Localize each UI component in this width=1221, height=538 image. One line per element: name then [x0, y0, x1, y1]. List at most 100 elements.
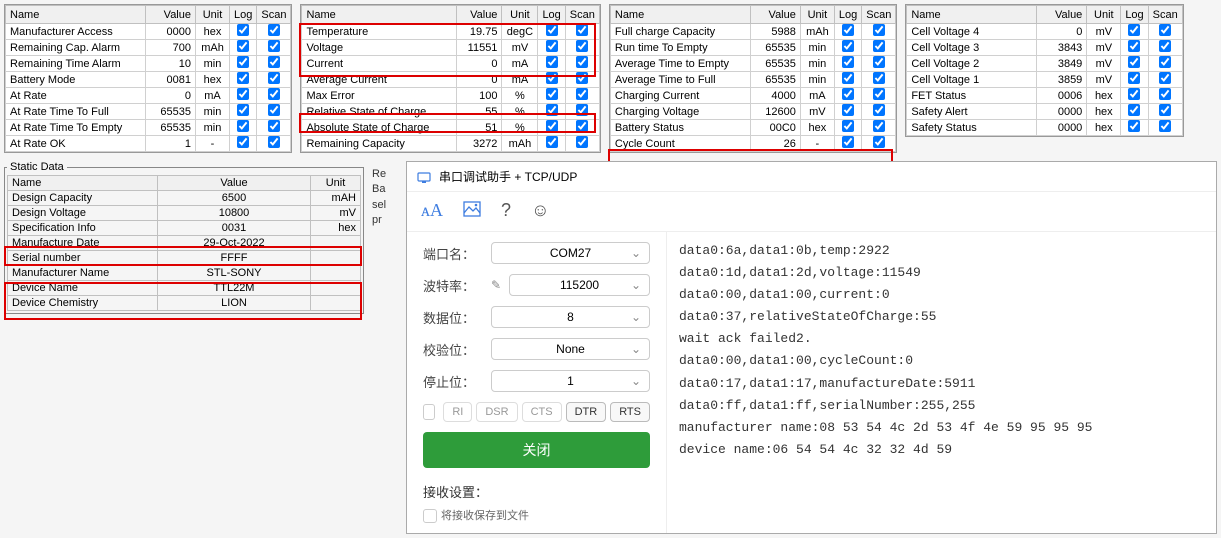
edit-icon[interactable]: ✎ — [491, 278, 501, 292]
save-to-file-checkbox[interactable] — [423, 509, 437, 523]
flag-rts[interactable]: RTS — [610, 402, 650, 422]
log-checkbox[interactable] — [1128, 120, 1140, 132]
log-checkbox[interactable] — [237, 120, 249, 132]
scan-checkbox[interactable] — [1159, 56, 1171, 68]
col-log[interactable]: Log — [1121, 6, 1148, 24]
log-checkbox[interactable] — [237, 88, 249, 100]
table-row[interactable]: Remaining Time Alarm10min — [6, 56, 291, 72]
scan-checkbox[interactable] — [1159, 72, 1171, 84]
log-checkbox[interactable] — [842, 56, 854, 68]
col-name[interactable]: Name — [907, 6, 1037, 24]
table-row[interactable]: Manufacturer Access0000hex — [6, 24, 291, 40]
col-name[interactable]: Name — [6, 6, 146, 24]
table-row[interactable]: Average Time to Empty65535min — [610, 56, 895, 72]
flag-ri[interactable]: RI — [443, 402, 472, 422]
log-checkbox[interactable] — [546, 56, 558, 68]
table-row[interactable]: Cycle Count26- — [610, 136, 895, 152]
parity-select[interactable]: None — [491, 338, 650, 360]
serial-log-output[interactable]: data0:6a,data1:0b,temp:2922 data0:1d,dat… — [667, 232, 1216, 533]
log-checkbox[interactable] — [842, 120, 854, 132]
baud-select[interactable]: 115200 — [509, 274, 650, 296]
col-scan[interactable]: Scan — [257, 6, 291, 24]
scan-checkbox[interactable] — [1159, 104, 1171, 116]
close-button[interactable]: 关闭 — [423, 432, 650, 468]
table-row[interactable]: Run time To Empty65535min — [610, 40, 895, 56]
table-row[interactable]: Absolute State of Charge51% — [302, 120, 599, 136]
table-row[interactable]: Battery Status00C0hex — [610, 120, 895, 136]
scan-checkbox[interactable] — [873, 24, 885, 36]
table-row[interactable]: Safety Alert0000hex — [907, 104, 1182, 120]
scan-checkbox[interactable] — [268, 104, 280, 116]
table-row[interactable]: Safety Status0000hex — [907, 120, 1182, 136]
flag-dtr[interactable]: DTR — [566, 402, 607, 422]
log-checkbox[interactable] — [842, 40, 854, 52]
scan-checkbox[interactable] — [873, 120, 885, 132]
col-value[interactable]: Value — [1037, 6, 1087, 24]
table-row[interactable]: Device NameTTL22M — [8, 281, 361, 296]
log-checkbox[interactable] — [1128, 72, 1140, 84]
scan-checkbox[interactable] — [873, 72, 885, 84]
col-name[interactable]: Name — [610, 6, 750, 24]
stopbits-select[interactable]: 1 — [491, 370, 650, 392]
log-checkbox[interactable] — [546, 88, 558, 100]
table-row[interactable]: Device ChemistryLION — [8, 296, 361, 311]
log-checkbox[interactable] — [842, 88, 854, 100]
scan-checkbox[interactable] — [1159, 40, 1171, 52]
log-checkbox[interactable] — [546, 120, 558, 132]
table-row[interactable]: Manufacturer NameSTL-SONY — [8, 266, 361, 281]
col-unit[interactable]: Unit — [502, 6, 538, 24]
log-checkbox[interactable] — [237, 24, 249, 36]
table-row[interactable]: Current0mA — [302, 56, 599, 72]
scan-checkbox[interactable] — [576, 136, 588, 148]
scan-checkbox[interactable] — [873, 136, 885, 148]
scan-checkbox[interactable] — [873, 40, 885, 52]
scan-checkbox[interactable] — [873, 88, 885, 100]
scan-checkbox[interactable] — [576, 120, 588, 132]
log-checkbox[interactable] — [237, 104, 249, 116]
scan-checkbox[interactable] — [576, 88, 588, 100]
table-row[interactable]: Average Time to Full65535min — [610, 72, 895, 88]
col-unit[interactable]: Unit — [1087, 6, 1121, 24]
table-row[interactable]: At Rate Time To Full65535min — [6, 104, 291, 120]
scan-checkbox[interactable] — [1159, 120, 1171, 132]
table-row[interactable]: Design Voltage10800mV — [8, 206, 361, 221]
log-checkbox[interactable] — [842, 136, 854, 148]
log-checkbox[interactable] — [1128, 88, 1140, 100]
databits-select[interactable]: 8 — [491, 306, 650, 328]
log-checkbox[interactable] — [546, 72, 558, 84]
table-row[interactable]: Relative State of Charge55% — [302, 104, 599, 120]
scan-checkbox[interactable] — [1159, 88, 1171, 100]
col-value[interactable]: Value — [457, 6, 502, 24]
scan-checkbox[interactable] — [1159, 24, 1171, 36]
scan-checkbox[interactable] — [268, 24, 280, 36]
log-checkbox[interactable] — [237, 136, 249, 148]
col-scan[interactable]: Scan — [862, 6, 896, 24]
table-row[interactable]: Serial numberFFFF — [8, 251, 361, 266]
col-log[interactable]: Log — [834, 6, 861, 24]
table-row[interactable]: Remaining Capacity3272mAh — [302, 136, 599, 152]
table-row[interactable]: Voltage11551mV — [302, 40, 599, 56]
log-checkbox[interactable] — [237, 72, 249, 84]
scan-checkbox[interactable] — [268, 40, 280, 52]
col-scan[interactable]: Scan — [565, 6, 599, 24]
log-checkbox[interactable] — [1128, 40, 1140, 52]
log-checkbox[interactable] — [842, 104, 854, 116]
image-icon[interactable] — [463, 200, 481, 223]
table-row[interactable]: Design Capacity6500mAH — [8, 191, 361, 206]
log-checkbox[interactable] — [842, 72, 854, 84]
scan-checkbox[interactable] — [576, 56, 588, 68]
log-checkbox[interactable] — [237, 56, 249, 68]
table-row[interactable]: Cell Voltage 33843mV — [907, 40, 1182, 56]
scan-checkbox[interactable] — [268, 88, 280, 100]
scan-checkbox[interactable] — [873, 104, 885, 116]
table-row[interactable]: Specification Info0031hex — [8, 221, 361, 236]
scan-checkbox[interactable] — [576, 40, 588, 52]
col-unit[interactable]: Unit — [196, 6, 230, 24]
scan-checkbox[interactable] — [268, 136, 280, 148]
table-row[interactable]: At Rate0mA — [6, 88, 291, 104]
col-value[interactable]: Value — [146, 6, 196, 24]
table-row[interactable]: Remaining Cap. Alarm700mAh — [6, 40, 291, 56]
col-name[interactable]: Name — [302, 6, 457, 24]
table-row[interactable]: Charging Voltage12600mV — [610, 104, 895, 120]
table-row[interactable]: Cell Voltage 23849mV — [907, 56, 1182, 72]
